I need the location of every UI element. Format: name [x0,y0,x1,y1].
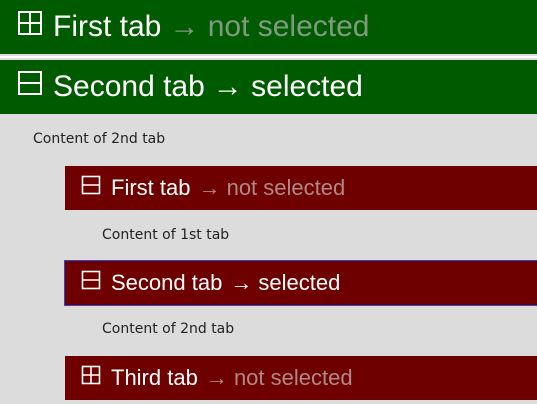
tab-label: First tab [111,175,191,200]
inner-tab-content: Content of 2nd tab [102,321,235,337]
tab-label: Third tab [111,365,198,390]
outer-tab-content: Content of 2nd tab [33,131,166,147]
inner-tab-content: Content of 1st tab [102,227,230,243]
collapse-icon [81,270,101,296]
collapse-icon [17,70,43,104]
outer-tab-first[interactable]: First tab → not selected [0,0,537,54]
tab-state: → not selected [198,175,346,200]
tab-state: → not selected [205,365,353,390]
tab-state: → selected [212,70,363,103]
tab-label: Second tab [111,270,223,295]
tab-label: First tab [53,10,162,43]
tab-label: Second tab [53,70,205,103]
collapse-icon [81,175,101,201]
inner-tab-third[interactable]: Third tab → not selected [65,356,537,400]
tab-state: → selected [230,270,341,295]
tab-state: → not selected [169,10,370,43]
grid-expand-icon [17,10,43,44]
inner-tab-first[interactable]: First tab → not selected [65,166,537,210]
tab-divider [0,56,537,58]
outer-tab-second[interactable]: Second tab → selected [0,60,537,114]
inner-tab-second[interactable]: Second tab → selected [64,260,537,306]
grid-expand-icon [81,365,101,391]
